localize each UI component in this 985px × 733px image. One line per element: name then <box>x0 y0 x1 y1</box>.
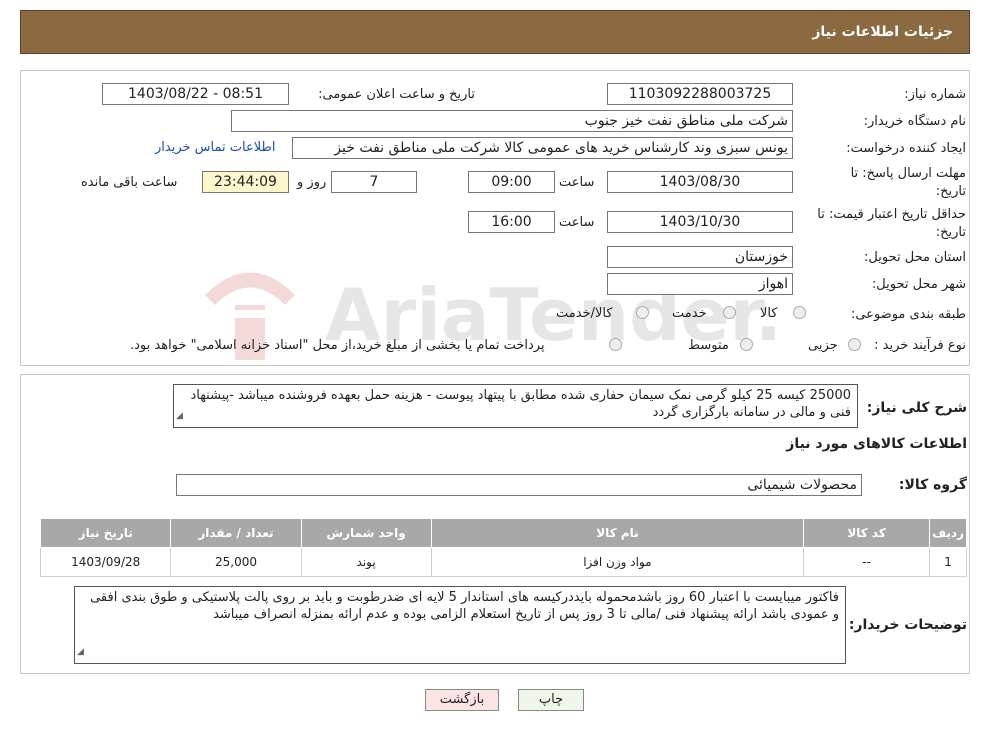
buyer-org-field: شرکت ملی مناطق نفت خیز جنوب <box>231 110 793 132</box>
col-need-date: تاریخ نیاز <box>39 518 172 548</box>
category-both-radio[interactable] <box>636 306 649 319</box>
goods-table-header: ردیف کد کالا نام کالا واحد شمارش تعداد /… <box>39 518 967 548</box>
summary-textarea[interactable]: 25000 کیسه 25 کیلو گرمی نمک سیمان حفاری … <box>173 384 858 428</box>
category-goods-label: کالا <box>760 306 778 321</box>
resize-handle-icon[interactable]: ◢ <box>77 644 84 661</box>
col-unit: واحد شمارش <box>300 518 432 548</box>
validity-time-label: ساعت <box>559 215 595 230</box>
cell-code: -- <box>803 547 931 577</box>
process-medium-radio[interactable] <box>740 338 753 351</box>
deadline-label-line1: مهلت ارسال پاسخ: تا <box>850 166 966 181</box>
goods-section-title: اطلاعات کالاهای مورد نیاز <box>786 436 967 452</box>
buyer-org-label: نام دستگاه خریدار: <box>863 114 966 129</box>
validity-label-line2: تاریخ: <box>935 225 966 240</box>
page-header: جزئیات اطلاعات نیاز <box>20 10 970 54</box>
goods-table: ردیف کد کالا نام کالا واحد شمارش تعداد /… <box>39 518 967 577</box>
process-label: نوع فرآیند خرید : <box>874 338 966 353</box>
need-number-field: 1103092288003725 <box>607 83 793 105</box>
process-minor-radio[interactable] <box>848 338 861 351</box>
cell-unit: پوند <box>300 547 432 577</box>
category-service-label: خدمت <box>672 306 707 321</box>
city-field: اهواز <box>607 273 793 295</box>
table-row: 1 -- مواد وزن افزا پوند 25,000 1403/09/2… <box>39 547 967 577</box>
remaining-time-field: 23:44:09 <box>202 171 289 193</box>
category-both-label: کالا/خدمت <box>556 306 613 321</box>
validity-label-line1: حداقل تاریخ اعتبار قیمت: تا <box>817 207 966 222</box>
deadline-label-line2: تاریخ: <box>935 184 966 199</box>
cell-need-date: 1403/09/28 <box>39 547 172 577</box>
category-service-radio[interactable] <box>723 306 736 319</box>
announce-field: 1403/08/22 - 08:51 <box>102 83 289 105</box>
need-number-label: شماره نیاز: <box>904 87 966 102</box>
col-row: ردیف <box>929 518 967 548</box>
creator-label: ایجاد کننده درخواست: <box>846 141 966 156</box>
deadline-time-field: 09:00 <box>468 171 555 193</box>
page-title: جزئیات اطلاعات نیاز <box>812 24 953 40</box>
remaining-label: ساعت باقی مانده <box>81 175 178 190</box>
city-label: شهر محل تحویل: <box>871 277 966 292</box>
validity-date-field: 1403/10/30 <box>607 211 793 233</box>
cell-name: مواد وزن افزا <box>430 547 805 577</box>
announce-label: تاریخ و ساعت اعلان عمومی: <box>318 87 475 102</box>
goods-group-label: گروه کالا: <box>898 477 967 493</box>
province-field: خوزستان <box>607 246 793 268</box>
creator-field: یونس سبزی وند کارشناس خرید های عمومی کال… <box>292 137 793 159</box>
deadline-time-label: ساعت <box>559 175 595 190</box>
days-label: روز و <box>297 175 327 190</box>
buyer-contact-link[interactable]: اطلاعات تماس خریدار <box>155 140 275 155</box>
cell-quantity: 25,000 <box>170 547 302 577</box>
col-code: کد کالا <box>803 518 931 548</box>
summary-label: شرح کلی نیاز: <box>866 400 967 416</box>
remaining-days-field: 7 <box>331 171 417 193</box>
goods-group-field: محصولات شیمیائی <box>176 474 862 496</box>
back-button[interactable]: بازگشت <box>425 689 499 711</box>
category-goods-radio[interactable] <box>793 306 806 319</box>
cell-row: 1 <box>929 547 967 577</box>
col-quantity: تعداد / مقدار <box>170 518 302 548</box>
province-label: استان محل تحویل: <box>864 250 966 265</box>
resize-handle-icon[interactable]: ◢ <box>176 408 183 425</box>
buyer-notes-label: توضیحات خریدار: <box>848 617 967 633</box>
process-minor-label: جزیی <box>808 338 838 353</box>
col-name: نام کالا <box>430 518 805 548</box>
print-button[interactable]: چاپ <box>518 689 584 711</box>
process-treasury-radio[interactable] <box>609 338 622 351</box>
buyer-notes-text: فاکتور میبایست با اعتبار 60 روز باشدمحمو… <box>90 590 839 622</box>
validity-time-field: 16:00 <box>468 211 555 233</box>
category-label: طبقه بندی موضوعی: <box>850 307 966 322</box>
process-note: پرداخت تمام یا بخشی از مبلغ خرید،از محل … <box>130 338 545 353</box>
deadline-date-field: 1403/08/30 <box>607 171 793 193</box>
process-medium-label: متوسط <box>688 338 729 353</box>
buyer-notes-textarea[interactable]: فاکتور میبایست با اعتبار 60 روز باشدمحمو… <box>74 586 846 664</box>
summary-text: 25000 کیسه 25 کیلو گرمی نمک سیمان حفاری … <box>190 388 851 420</box>
